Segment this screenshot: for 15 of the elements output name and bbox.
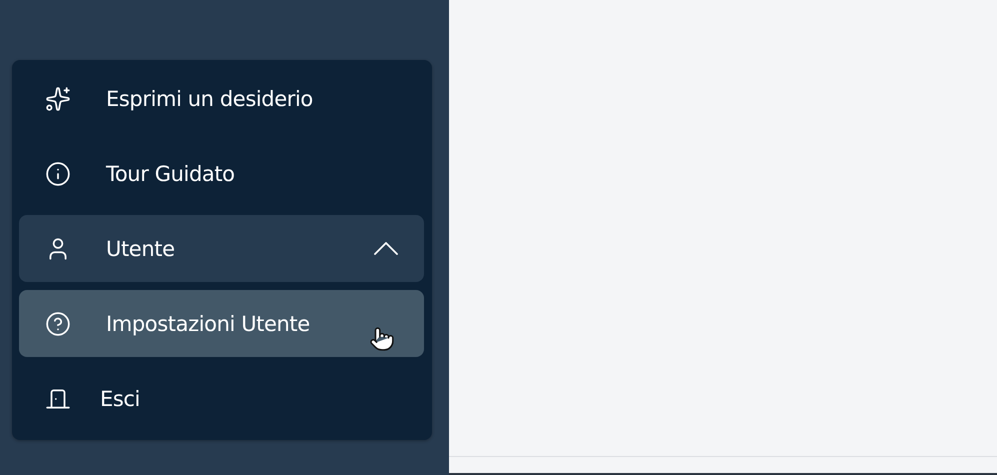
menu-item[interactable]: Esprimi un desiderio [19, 65, 424, 132]
menu-label: Tour Guidato [106, 162, 236, 186]
info-icon [44, 160, 72, 188]
menu-item[interactable]: Impostazioni Utente [19, 290, 424, 357]
sparkle-icon [44, 84, 72, 112]
question-icon [44, 310, 72, 338]
chevron-icon [374, 242, 398, 255]
menu-label: Impostazioni Utente [106, 312, 311, 336]
menu-label: Esci [100, 386, 141, 410]
menu-label: Utente [106, 236, 176, 260]
menu-item[interactable]: Esci [19, 365, 424, 432]
menu-label: Esprimi un desiderio [106, 86, 314, 110]
hand-cursor-icon [369, 326, 395, 352]
menu-item[interactable]: Tour Guidato [19, 140, 424, 207]
menu-group[interactable]: Utente [19, 215, 424, 282]
